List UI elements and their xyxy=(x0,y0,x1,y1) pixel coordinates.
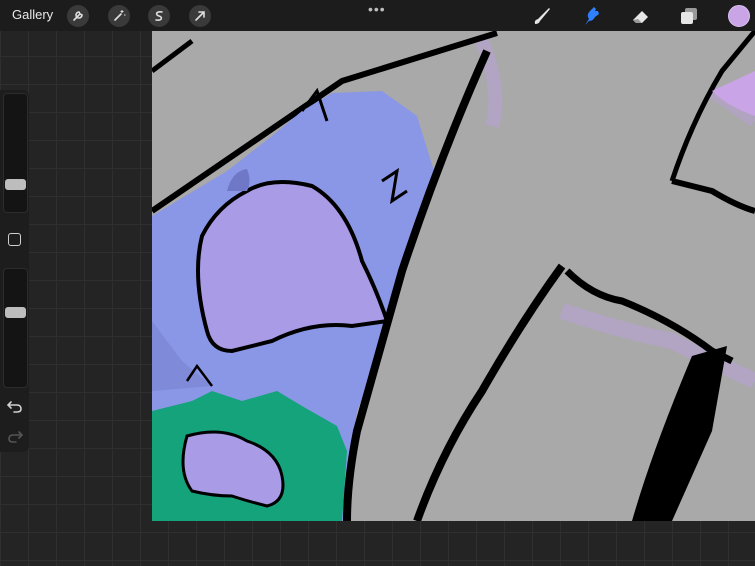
redo-icon[interactable] xyxy=(7,429,23,443)
artwork xyxy=(152,31,755,521)
undo-icon[interactable] xyxy=(7,399,23,413)
opacity-slider[interactable] xyxy=(3,268,28,388)
left-sidebar xyxy=(0,90,29,452)
brush-size-thumb[interactable] xyxy=(5,179,26,190)
drawing-canvas[interactable] xyxy=(152,31,755,521)
magic-wand-icon[interactable] xyxy=(108,5,130,27)
wrench-icon[interactable] xyxy=(67,5,89,27)
modify-button[interactable] xyxy=(8,233,21,246)
brush-size-slider[interactable] xyxy=(3,93,28,213)
layers-icon[interactable] xyxy=(677,4,701,28)
transform-arrow-icon[interactable] xyxy=(189,5,211,27)
gallery-button[interactable]: Gallery xyxy=(12,7,53,22)
color-picker-swatch[interactable] xyxy=(728,5,750,27)
top-toolbar: Gallery ••• xyxy=(0,0,755,31)
brush-icon[interactable] xyxy=(530,4,554,28)
opacity-thumb[interactable] xyxy=(5,307,26,318)
selection-icon[interactable] xyxy=(148,5,170,27)
more-options-icon[interactable]: ••• xyxy=(368,1,386,17)
eraser-icon[interactable] xyxy=(629,4,653,28)
smudge-icon[interactable] xyxy=(579,4,603,28)
